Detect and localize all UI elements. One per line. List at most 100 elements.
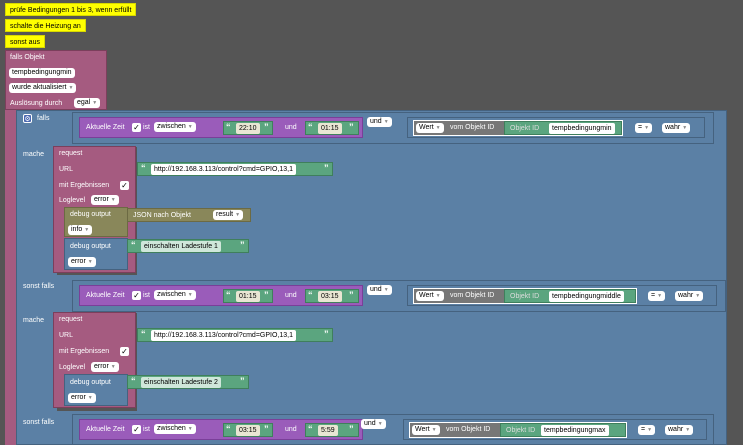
result-dropdown[interactable]: result ▼ (213, 210, 244, 220)
chevron-down-icon: ▼ (647, 427, 653, 433)
logic-op-dropdown[interactable]: und ▼ (367, 117, 392, 127)
gear-icon[interactable]: ⚙ (23, 114, 32, 123)
chevron-down-icon: ▼ (383, 119, 389, 125)
chevron-down-icon: ▼ (682, 125, 688, 131)
quote-close-icon: ” (264, 290, 269, 300)
logic-op-value: und (364, 420, 376, 427)
operator-dropdown[interactable]: zwischen ▼ (154, 290, 196, 300)
time-value[interactable]: 22:10 (236, 123, 260, 134)
trigger-block[interactable]: falls Objekt tempbedingungmin wurde aktu… (5, 50, 107, 110)
comparator-dropdown[interactable]: = ▼ (648, 291, 666, 301)
object-id-block[interactable]: Objekt ID tempbedingungmin (504, 121, 622, 135)
time-value[interactable]: 03:15 (318, 291, 342, 302)
time-value[interactable]: 5:59 (318, 425, 338, 436)
debug-output-block-2[interactable]: debug output error ▼ (64, 238, 128, 270)
mit-ergebnissen-label: mit Ergebnissen (59, 182, 110, 189)
compare-block-3[interactable]: Wert ▼ vom Objekt ID Objekt ID tempbeding… (403, 419, 707, 440)
object-id-value[interactable]: tempbedingungmiddle (549, 291, 624, 302)
debug-text-value[interactable]: einschalten Ladestufe 1 (141, 241, 221, 252)
time-value[interactable]: 01:15 (236, 291, 260, 302)
ausloesung-dropdown[interactable]: egal ▼ (74, 98, 101, 108)
ist-checkbox[interactable]: ✓ (132, 291, 141, 300)
chevron-down-icon: ▼ (87, 259, 93, 265)
objekt-id-label: Objekt ID (510, 125, 540, 132)
request-label: request (59, 316, 83, 323)
time-string-1[interactable]: “ 01:15 ” (223, 289, 273, 303)
debug-output-block-1[interactable]: debug output info ▼ (64, 207, 128, 237)
trigger-event-dropdown[interactable]: wurde aktualisiert ▼ (9, 83, 77, 93)
comparator-dropdown[interactable]: = ▼ (638, 425, 656, 435)
operator-dropdown[interactable]: zwischen ▼ (154, 424, 196, 434)
bool-value: wahr (668, 426, 684, 433)
loglevel-label: Loglevel (59, 364, 86, 371)
debug-level-value: error (71, 394, 86, 401)
logic-op-dropdown[interactable]: und ▼ (367, 285, 392, 295)
time-string-1[interactable]: “ 03:15 ” (223, 423, 273, 437)
time-compare-block-1[interactable]: Aktuelle Zeit ✓ ist zwischen ▼ “ 22:10 ” … (79, 117, 363, 138)
url-string-1[interactable]: “ http://192.168.3.113/control?cmd=GPIO,… (137, 162, 333, 176)
debug-string-1[interactable]: “ einschalten Ladestufe 1 ” (127, 239, 249, 253)
wert-dropdown[interactable]: Wert ▼ (416, 291, 444, 301)
loglevel-dropdown[interactable]: error ▼ (91, 362, 119, 372)
url-string-2[interactable]: “ http://192.168.3.113/control?cmd=GPIO,… (137, 328, 333, 342)
comment-block-3[interactable]: sonst aus (5, 35, 45, 48)
object-id-block[interactable]: Objekt ID tempbedingungmax (500, 423, 626, 437)
bool-dropdown[interactable]: wahr ▼ (675, 291, 704, 301)
object-id-value[interactable]: tempbedingungmax (541, 425, 609, 436)
time-string-2[interactable]: “ 5:59 ” (305, 423, 359, 437)
object-id-value[interactable]: tempbedingungmin (549, 123, 615, 134)
logic-and-block-1[interactable]: Aktuelle Zeit ✓ ist zwischen ▼ “ 22:10 ” … (72, 112, 714, 144)
ist-checkbox[interactable]: ✓ (132, 123, 141, 132)
loglevel-dropdown[interactable]: error ▼ (91, 195, 119, 205)
debug-level-dropdown[interactable]: info ▼ (68, 225, 93, 235)
quote-open-icon: “ (141, 329, 146, 339)
trigger-object-dropdown[interactable]: tempbedingungmin (9, 68, 75, 78)
objekt-id-label: Objekt ID (510, 293, 540, 300)
wert-dropdown[interactable]: Wert ▼ (412, 425, 440, 435)
json-to-object-block[interactable]: JSON nach Objekt result ▼ (127, 208, 251, 222)
comparator-dropdown[interactable]: = ▼ (635, 123, 653, 133)
chevron-down-icon: ▼ (187, 292, 193, 298)
debug-string-2[interactable]: “ einschalten Ladestufe 2 ” (127, 375, 249, 389)
chevron-down-icon: ▼ (84, 227, 90, 233)
mit-ergebnissen-checkbox[interactable]: ✓ (120, 347, 129, 356)
comment-block-2[interactable]: schalte die Heizung an (5, 19, 86, 32)
bool-dropdown[interactable]: wahr ▼ (662, 123, 691, 133)
logic-op-value: und (370, 118, 382, 125)
ist-checkbox[interactable]: ✓ (132, 425, 141, 434)
bool-value: wahr (665, 124, 681, 131)
time-compare-block-3[interactable]: Aktuelle Zeit ✓ ist zwischen ▼ “ 03:15 ” … (79, 419, 363, 440)
wert-dropdown[interactable]: Wert ▼ (416, 123, 444, 133)
chevron-down-icon: ▼ (92, 100, 98, 106)
logic-and-block-3[interactable]: Aktuelle Zeit ✓ ist zwischen ▼ “ 03:15 ” … (72, 414, 714, 445)
time-compare-block-2[interactable]: Aktuelle Zeit ✓ ist zwischen ▼ “ 01:15 ” … (79, 285, 363, 306)
logic-and-block-2[interactable]: Aktuelle Zeit ✓ ist zwischen ▼ “ 01:15 ” … (72, 280, 726, 312)
bool-dropdown[interactable]: wahr ▼ (665, 425, 694, 435)
logic-op-dropdown[interactable]: und ▼ (361, 419, 386, 429)
url-value[interactable]: http://192.168.3.113/control?cmd=GPIO,13… (151, 164, 296, 175)
time-string-2[interactable]: “ 03:15 ” (305, 289, 359, 303)
time-string-2[interactable]: “ 01:15 ” (305, 121, 359, 135)
debug-level-dropdown[interactable]: error ▼ (68, 257, 96, 267)
url-value[interactable]: http://192.168.3.113/control?cmd=GPIO,13… (151, 330, 296, 341)
trigger-label: falls Objekt (10, 54, 45, 61)
ausloesung-label: Auslösung durch (10, 100, 63, 107)
time-string-1[interactable]: “ 22:10 ” (223, 121, 273, 135)
debug-output-label: debug output (70, 243, 111, 250)
compare-block-2[interactable]: Wert ▼ vom Objekt ID Objekt ID tempbeding… (407, 285, 717, 306)
debug-level-dropdown[interactable]: error ▼ (68, 393, 96, 403)
falls-label: falls (37, 115, 50, 122)
operator-dropdown[interactable]: zwischen ▼ (154, 122, 196, 132)
object-id-block[interactable]: Objekt ID tempbedingungmiddle (504, 289, 636, 303)
time-value[interactable]: 01:15 (318, 123, 342, 134)
compare-block-1[interactable]: Wert ▼ vom Objekt ID Objekt ID tempbeding… (407, 117, 705, 138)
debug-text-value[interactable]: einschalten Ladestufe 2 (141, 377, 221, 388)
quote-open-icon: “ (131, 376, 136, 386)
aktuelle-zeit-label: Aktuelle Zeit (86, 292, 125, 299)
quote-close-icon: ” (349, 122, 354, 132)
mit-ergebnissen-checkbox[interactable]: ✓ (120, 181, 129, 190)
debug-output-block-3[interactable]: debug output error ▼ (64, 374, 128, 406)
comment-block-1[interactable]: prüfe Bedingungen 1 bis 3, wenn erfüllt (5, 3, 137, 16)
loglevel-value: error (94, 363, 109, 370)
time-value[interactable]: 03:15 (236, 425, 260, 436)
